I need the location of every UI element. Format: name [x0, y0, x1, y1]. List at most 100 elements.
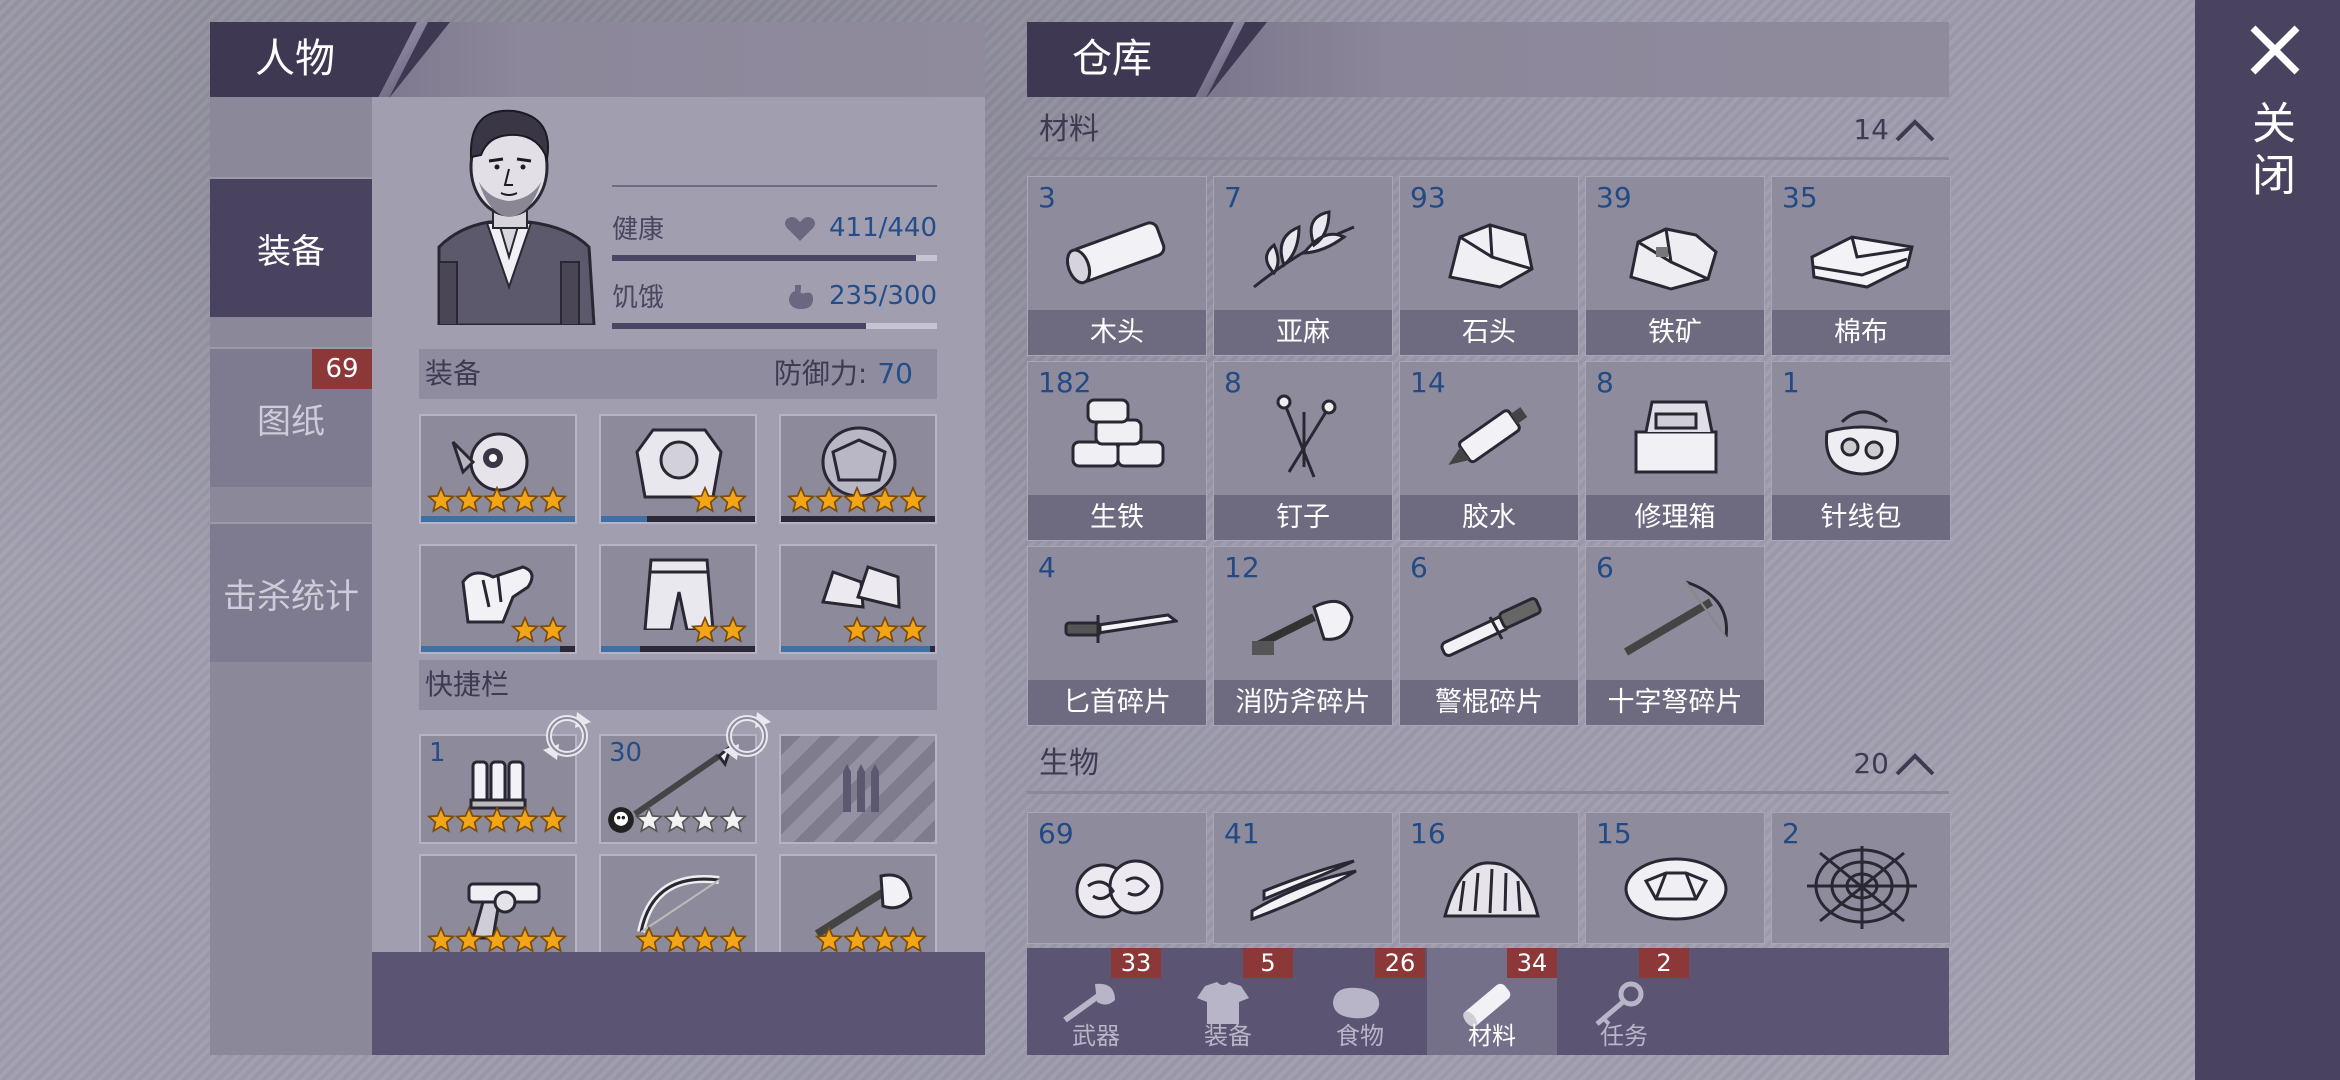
star-icon	[483, 926, 511, 954]
item-tile[interactable]: 35 棉布	[1771, 176, 1951, 356]
star-icon	[691, 616, 719, 644]
health-value: 411/440	[828, 213, 937, 243]
durability-fill	[601, 516, 648, 522]
star-icon	[691, 806, 719, 834]
star-icon	[843, 616, 871, 644]
star-icon	[427, 926, 455, 954]
hunger-bar-fill	[612, 323, 867, 329]
quickbar-slot-locked[interactable]	[779, 734, 937, 844]
equipment-slot-gas-mask-helmet[interactable]	[419, 414, 577, 524]
star-icon	[455, 486, 483, 514]
tab-kill-stats[interactable]: 击杀统计	[210, 522, 372, 662]
warehouse-header: 仓库	[1027, 22, 1949, 97]
item-tile[interactable]: 15	[1585, 812, 1765, 944]
item-tile[interactable]: 69	[1027, 812, 1207, 944]
item-quantity: 6	[1410, 551, 1428, 584]
health-label: 健康	[612, 215, 665, 245]
star-rating	[427, 926, 567, 954]
slot-quantity: 30	[609, 738, 643, 768]
item-tile[interactable]: 12 消防斧碎片	[1213, 546, 1393, 726]
star-icon	[511, 926, 539, 954]
warehouse-panel: 仓库 材料 14 3 木头 7 亚麻 93 石头 39 铁矿 35 棉布 182 生铁 8 钉子 14 胶水 8…	[1027, 22, 1951, 1055]
item-quantity: 2	[1782, 817, 1800, 850]
durability-bar	[421, 516, 575, 522]
quickbar-slot-bow[interactable]	[599, 854, 757, 964]
item-tile[interactable]: 16	[1399, 812, 1579, 944]
star-rating	[787, 486, 927, 514]
fur-icon	[1443, 861, 1540, 918]
item-tile[interactable]: 8 钉子	[1213, 361, 1393, 541]
star-icon	[511, 616, 539, 644]
axe-fragment-icon	[1252, 599, 1354, 655]
chevron-up-icon[interactable]	[1893, 114, 1937, 144]
item-tile[interactable]: 41	[1213, 812, 1393, 944]
item-tile[interactable]: 1 针线包	[1771, 361, 1951, 541]
star-icon	[815, 926, 843, 954]
hunger-value: 235/300	[828, 281, 937, 311]
tab-blueprints-label: 图纸	[257, 401, 325, 442]
item-tile[interactable]: 39 铁矿	[1585, 176, 1765, 356]
star-icon	[427, 486, 455, 514]
item-tile[interactable]: 93 石头	[1399, 176, 1579, 356]
tab-kill-stats-label: 击杀统计	[223, 576, 359, 617]
item-tile[interactable]: 6 十字弩碎片	[1585, 546, 1765, 726]
item-tile[interactable]: 3 木头	[1027, 176, 1207, 356]
category-materials-header[interactable]: 材料 14	[1027, 100, 1949, 160]
star-rating	[427, 806, 567, 834]
star-rating	[511, 616, 567, 644]
tab-equipment[interactable]: 装备	[210, 177, 372, 317]
health-bar	[612, 255, 937, 261]
item-tile[interactable]: 4 匕首碎片	[1027, 546, 1207, 726]
warehouse-tab[interactable]: 34 材料	[1427, 948, 1557, 1055]
durability-bar	[601, 646, 755, 652]
baton-fragment-icon	[1440, 597, 1542, 657]
item-name: 警棍碎片	[1400, 680, 1578, 725]
flax-icon	[1253, 210, 1355, 289]
tab-label: 武器	[1072, 1022, 1120, 1050]
item-name: 消防斧碎片	[1214, 680, 1392, 725]
equipment-slot-armored-vest[interactable]	[599, 414, 757, 524]
close-icon[interactable]	[2247, 22, 2303, 78]
character-footer	[372, 952, 985, 1055]
tab-badge: 33	[1111, 948, 1161, 978]
item-tile[interactable]: 6 警棍碎片	[1399, 546, 1579, 726]
category-creatures-header[interactable]: 生物 20	[1027, 734, 1949, 794]
quickbar-slot-revolver[interactable]	[419, 854, 577, 964]
tab-blueprints[interactable]: 图纸 69	[210, 347, 372, 487]
warehouse-tab[interactable]: 2 任务	[1559, 948, 1689, 1055]
warehouse-tab[interactable]: 33 武器	[1031, 948, 1161, 1055]
iron-ore-icon	[1629, 227, 1718, 291]
swap-icon[interactable]	[539, 708, 595, 764]
item-quantity: 8	[1224, 366, 1242, 399]
cloth-icon	[1810, 235, 1914, 289]
tab-badge: 2	[1639, 948, 1689, 978]
close-strip[interactable]: 关闭	[2195, 0, 2340, 1080]
heart-icon	[785, 217, 815, 241]
star-icon	[663, 926, 691, 954]
star-icon	[719, 926, 747, 954]
item-tile[interactable]: 182 生铁	[1027, 361, 1207, 541]
swap-icon[interactable]	[719, 708, 775, 764]
star-icon	[483, 806, 511, 834]
star-icon	[455, 806, 483, 834]
star-icon	[871, 926, 899, 954]
star-icon	[719, 616, 747, 644]
item-name: 修理箱	[1586, 495, 1764, 540]
item-tile[interactable]: 2	[1771, 812, 1951, 944]
close-label[interactable]: 关闭	[2241, 100, 2301, 204]
chevron-up-icon[interactable]	[1893, 748, 1937, 778]
equipment-slot-armored-pants[interactable]	[599, 544, 757, 654]
quickbar-slot-fire-axe[interactable]	[779, 854, 937, 964]
item-tile[interactable]: 8 修理箱	[1585, 361, 1765, 541]
tab-badge: 34	[1507, 948, 1557, 978]
equipment-slot-gloves[interactable]	[419, 544, 577, 654]
equipment-slot-sneakers[interactable]	[779, 544, 937, 654]
item-tile[interactable]: 7 亚麻	[1213, 176, 1393, 356]
item-tile[interactable]: 14 胶水	[1399, 361, 1579, 541]
hunger-bar	[612, 323, 937, 329]
warehouse-tab[interactable]: 26 食物	[1295, 948, 1425, 1055]
star-icon	[815, 486, 843, 514]
star-rating	[427, 486, 567, 514]
equipment-slot-turtle-shell-armor[interactable]	[779, 414, 937, 524]
warehouse-tab[interactable]: 5 装备	[1163, 948, 1293, 1055]
